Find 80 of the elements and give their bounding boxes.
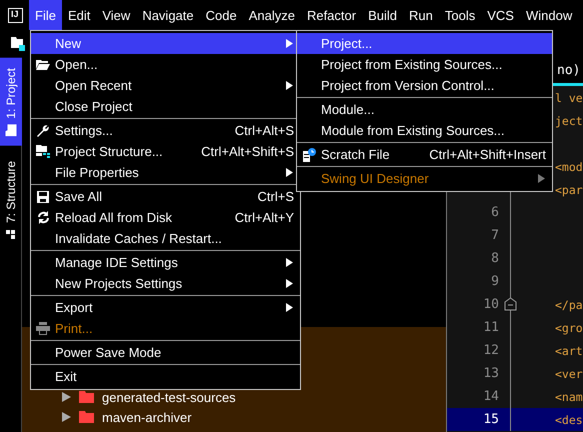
menu-item[interactable]: Module... <box>297 99 552 120</box>
menu-bar-item[interactable]: Tools <box>438 0 482 30</box>
menu-item[interactable]: Power Save Mode <box>31 342 300 363</box>
wrench-icon <box>36 124 50 138</box>
code-text: <nam <box>555 390 583 404</box>
line-number: 11 <box>482 320 499 335</box>
line-number: 15 <box>482 412 499 427</box>
menu-bar-item[interactable]: Navigate <box>136 0 200 30</box>
menu-bar-item[interactable]: Code <box>200 0 243 30</box>
scratch-file-icon <box>302 148 316 162</box>
menu-item[interactable]: Scratch File Ctrl+Alt+Shift+Insert <box>297 144 552 165</box>
editor-tab[interactable]: no) <box>557 63 580 78</box>
menu-item[interactable]: Close Project <box>31 96 300 117</box>
line-number: 9 <box>490 274 499 289</box>
project-structure-icon <box>36 145 50 158</box>
menu-item[interactable]: File Properties <box>31 162 300 183</box>
fold-marker-icon[interactable] <box>504 297 517 311</box>
menu-item[interactable]: Settings... Ctrl+Alt+S <box>31 120 300 141</box>
line-number: 8 <box>490 251 499 266</box>
menu-item[interactable]: Export <box>31 297 300 318</box>
submenu-arrow-icon <box>286 303 294 312</box>
code-text: </pa <box>555 298 583 312</box>
menu-item[interactable]: Project from Existing Sources... <box>297 54 552 75</box>
menu-bar-item[interactable]: VCS <box>481 0 520 30</box>
printer-icon <box>36 322 50 335</box>
tool-window-tab[interactable]: 1: Project <box>0 58 22 146</box>
menu-item[interactable]: Open Recent <box>31 75 300 96</box>
menu-bar-item[interactable]: Refactor <box>300 0 362 30</box>
submenu-arrow-icon <box>286 168 294 177</box>
submenu-arrow-icon <box>286 279 294 288</box>
tree-item-label[interactable]: generated-test-sources <box>102 390 236 404</box>
menu-bar-item[interactable]: Analyze <box>242 0 301 30</box>
menu-item[interactable]: Open... <box>31 54 300 75</box>
tree-item-label[interactable]: maven-archiver <box>102 410 192 424</box>
menu-item[interactable]: Project... <box>297 33 552 54</box>
menu-bar-item[interactable]: File <box>29 0 62 30</box>
line-number: 7 <box>490 228 499 243</box>
project-folder-icon <box>11 37 25 51</box>
app-logo: IJ <box>8 8 23 22</box>
tab-label: 7: Structure <box>4 160 18 223</box>
line-number: 6 <box>490 205 499 220</box>
tab-label: 1: Project <box>4 68 18 119</box>
code-text: ject <box>555 114 583 128</box>
menu-item[interactable]: New Projects Settings <box>31 273 300 294</box>
submenu-arrow-icon <box>286 81 294 90</box>
menu-item[interactable]: Invalidate Caches / Restart... <box>31 228 300 249</box>
line-number: 13 <box>482 366 499 381</box>
submenu-arrow-icon <box>538 174 546 183</box>
reload-icon <box>36 211 50 224</box>
menu-item[interactable]: Exit <box>31 366 300 387</box>
structure-icon <box>6 228 16 239</box>
menu-bar-item[interactable]: Edit <box>62 0 96 30</box>
submenu-arrow-icon <box>286 258 294 267</box>
code-text: <gro <box>555 320 583 334</box>
line-number: 14 <box>482 389 499 404</box>
submenu-arrow-icon <box>286 39 294 48</box>
tool-window-tab[interactable]: 7: Structure <box>0 150 22 249</box>
folder-icon <box>36 59 50 70</box>
menu-bar-item[interactable]: Run <box>403 0 439 30</box>
code-text: <ver <box>555 366 583 380</box>
code-text: <par <box>555 182 583 196</box>
expand-arrow-icon[interactable] <box>62 392 71 402</box>
menu-bar-item[interactable]: Build <box>362 0 404 30</box>
menu-bar-item[interactable]: Window <box>520 0 578 30</box>
menu-item[interactable]: Module from Existing Sources... <box>297 120 552 141</box>
menu-item[interactable]: Reload All from Disk Ctrl+Alt+Y <box>31 207 300 228</box>
folder-icon <box>79 411 94 423</box>
folder-icon <box>6 124 16 136</box>
menu-bar-item[interactable]: View <box>96 0 136 30</box>
line-number: 12 <box>482 343 499 358</box>
menu-item[interactable]: Project Structure... Ctrl+Alt+Shift+S <box>31 141 300 162</box>
expand-arrow-icon[interactable] <box>62 412 71 422</box>
menu-item[interactable]: Project from Version Control... <box>297 75 552 96</box>
code-text: l ve <box>555 90 583 104</box>
line-number: 10 <box>482 297 499 312</box>
code-text: <des <box>555 412 583 426</box>
menu-item[interactable]: Save All Ctrl+S <box>31 186 300 207</box>
menu-item[interactable]: Manage IDE Settings <box>31 252 300 273</box>
code-text: <art <box>555 344 583 358</box>
code-text: <mod <box>555 160 583 174</box>
